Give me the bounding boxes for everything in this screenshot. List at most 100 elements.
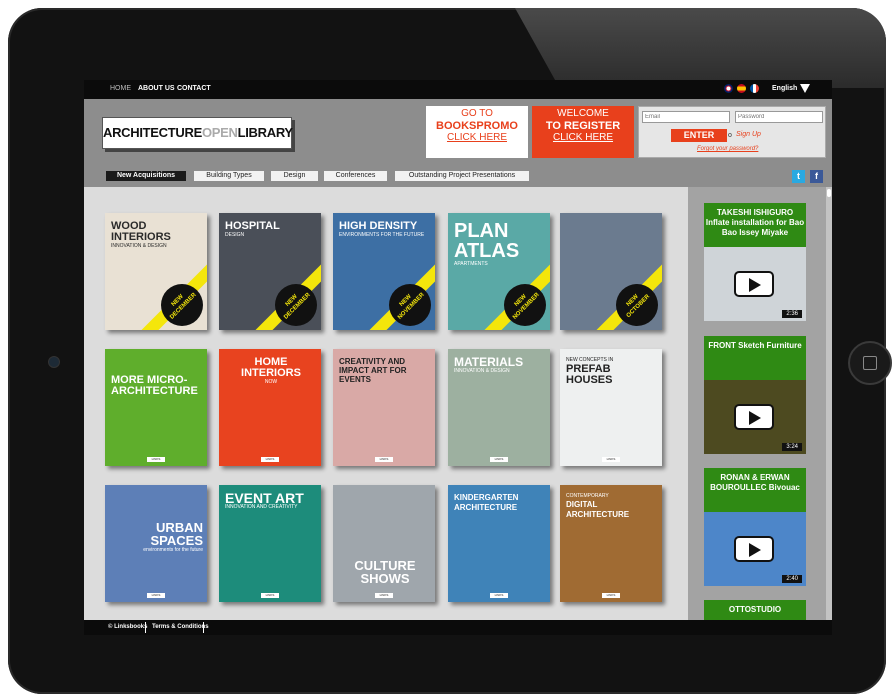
book-tile[interactable]: KINDERGARTEN ARCHITECTURE LINKS [448, 485, 550, 602]
publisher-label: LINKS [490, 457, 508, 462]
book-tile[interactable]: MATERIALS INNOVATION & DESIGN LINKS [448, 349, 550, 466]
publisher-label: LINKS [602, 593, 620, 598]
email-field[interactable] [642, 111, 730, 123]
book-tile[interactable]: CREATIVITY AND IMPACT ART FOR EVENTS LINK… [333, 349, 435, 466]
screen-glare [515, 8, 886, 88]
play-icon[interactable] [734, 404, 774, 430]
category-tabs: New Acquisitions Building Types Design C… [84, 171, 832, 187]
twitter-icon[interactable]: t [792, 170, 805, 183]
footer-copyright: © Linksbooks [108, 624, 148, 630]
scrollbar-thumb[interactable] [827, 189, 831, 197]
tab-conferences[interactable]: Conferences [324, 171, 387, 181]
facebook-icon[interactable]: f [810, 170, 823, 183]
book-tile[interactable]: CONTEMPORARY DIGITAL ARCHITECTURE LINKS [560, 485, 662, 602]
logo-part-architecture: ARCHITECTURE [103, 125, 202, 140]
spain-flag-icon[interactable] [736, 84, 746, 93]
video-card[interactable]: RONAN & ERWAN BOUROULLEC Bivouac 2:40 [704, 468, 806, 586]
book-tile[interactable]: HIGH DENSITY ENVIRONMENTS FOR THE FUTURE N… [333, 213, 435, 330]
language-selector[interactable]: English [772, 85, 797, 92]
language-flags [724, 84, 761, 95]
video-title: OTTOSTUDIO [728, 605, 782, 614]
book-title: HIGH DENSITY ENVIRONMENTS FOR THE FUTURE [339, 220, 425, 239]
forgot-password-link[interactable]: Forgot your password? [697, 146, 758, 152]
book-tile[interactable]: PLAN ATLAS APARTMENTS NEW NOVEMBER [448, 213, 550, 330]
book-title: URBAN SPACES environments for the future [143, 520, 203, 553]
book-tile[interactable]: HOME INTERIORS NOW LINKS [219, 349, 321, 466]
login-box: ENTER o Sign Up Forgot your password? [638, 106, 826, 158]
sign-up-link[interactable]: Sign Up [736, 131, 761, 138]
book-title: WOOD INTERIORS INNOVATION & DESIGN [111, 220, 171, 250]
publisher-label: LINKS [261, 457, 279, 462]
video-thumbnail[interactable]: 2:36 [704, 247, 806, 321]
book-title: MATERIALS INNOVATION & DESIGN [454, 355, 524, 374]
promo-register-link[interactable]: CLICK HERE [532, 132, 634, 144]
logo-part-open: OPEN [201, 125, 238, 140]
tab-outstanding-projects[interactable]: Outstanding Project Presentations [395, 171, 529, 181]
book-tile[interactable]: EVENT ART INNOVATION AND CREATIVITY LINKS [219, 485, 321, 602]
book-grid: WOOD INTERIORS INNOVATION & DESIGN NEW DECE… [84, 187, 688, 620]
publisher-label: LINKS [147, 457, 165, 462]
book-title: HOSPITAL DESIGN [225, 220, 280, 239]
logo-part-library: LIBRARY [237, 125, 294, 140]
enter-button[interactable]: ENTER [671, 129, 727, 142]
site-logo[interactable]: ARCHITECTUREOPENLIBRARY [102, 117, 294, 149]
video-title: FRONT Sketch Furniture [708, 341, 802, 350]
promo-books-link[interactable]: CLICK HERE [426, 132, 528, 144]
top-nav: HOME ABOUT US CONTACT English [84, 80, 832, 99]
publisher-label: LINKS [261, 593, 279, 598]
tab-design[interactable]: Design [271, 171, 318, 181]
screen: HOME ABOUT US CONTACT English ARCHITECTU… [84, 80, 832, 635]
video-duration: 3:24 [782, 443, 802, 451]
promo-books-line1: GO TO [461, 108, 493, 119]
home-button[interactable] [848, 341, 892, 385]
promo-books-line2: BOOKSPROMO [436, 120, 518, 132]
password-field[interactable] [735, 111, 823, 123]
video-thumbnail[interactable]: 3:24 [704, 380, 806, 454]
book-title: NEW CONCEPTS IN PREFAB HOUSES [566, 357, 614, 386]
book-tile[interactable]: HOSPITAL DESIGN NEW DECEMBER [219, 213, 321, 330]
play-icon[interactable] [734, 271, 774, 297]
book-title: EVENT ART INNOVATION AND CREATIVITY [225, 490, 304, 510]
book-tile[interactable]: NEW OCTOBER [560, 213, 662, 330]
france-flag-icon[interactable] [749, 84, 759, 93]
publisher-label: LINKS [375, 457, 393, 462]
nav-home[interactable]: HOME [110, 85, 131, 92]
book-tile[interactable]: CULTURE SHOWS LINKS [333, 485, 435, 602]
book-tile[interactable]: MORE MICRO- ARCHITECTURE LINKS [105, 349, 207, 466]
uk-flag-icon[interactable] [724, 84, 733, 93]
video-card[interactable]: FRONT Sketch Furniture 3:24 [704, 336, 806, 454]
footer: © Linksbooks Terms & Conditions [84, 620, 832, 635]
footer-divider [145, 622, 146, 633]
publisher-label: LINKS [602, 457, 620, 462]
book-tile[interactable]: URBAN SPACES environments for the future L… [105, 485, 207, 602]
footer-divider [203, 622, 204, 633]
book-title: KINDERGARTEN ARCHITECTURE [454, 493, 519, 512]
footer-terms-link[interactable]: Terms & Conditions [152, 624, 209, 630]
video-thumbnail[interactable]: 2:40 [704, 512, 806, 586]
tab-new-acquisitions[interactable]: New Acquisitions [106, 171, 186, 181]
video-duration: 2:36 [782, 310, 802, 318]
video-title: TAKESHI ISHIGURO Inflate installation fo… [705, 208, 805, 237]
video-sidebar: TAKESHI ISHIGURO Inflate installation fo… [688, 187, 832, 635]
nav-contact[interactable]: CONTACT [177, 85, 211, 92]
camera-icon [48, 356, 60, 368]
video-card[interactable]: TAKESHI ISHIGURO Inflate installation fo… [704, 203, 806, 321]
book-title: CREATIVITY AND IMPACT ART FOR EVENTS [339, 357, 407, 384]
books-promo-banner[interactable]: GO TO BOOKSPROMO CLICK HERE [426, 106, 528, 158]
or-text: o [728, 132, 732, 139]
publisher-label: LINKS [375, 593, 393, 598]
publisher-label: LINKS [147, 593, 165, 598]
nav-about[interactable]: ABOUT US [138, 85, 175, 92]
publisher-label: LINKS [490, 593, 508, 598]
video-title: RONAN & ERWAN BOUROULLEC Bivouac [710, 473, 800, 492]
book-title: HOME INTERIORS NOW [241, 356, 301, 386]
register-banner[interactable]: WELCOME TO REGISTER CLICK HERE [532, 106, 634, 158]
book-tile[interactable]: NEW CONCEPTS IN PREFAB HOUSES LINKS [560, 349, 662, 466]
book-title: PLAN ATLAS APARTMENTS [454, 220, 520, 267]
book-title: CULTURE SHOWS [354, 558, 416, 586]
language-dropdown-icon[interactable] [800, 84, 810, 93]
book-tile[interactable]: WOOD INTERIORS INNOVATION & DESIGN NEW DECE… [105, 213, 207, 330]
tab-building-types[interactable]: Building Types [194, 171, 264, 181]
sidebar-scrollbar[interactable] [826, 187, 832, 620]
play-icon[interactable] [734, 536, 774, 562]
